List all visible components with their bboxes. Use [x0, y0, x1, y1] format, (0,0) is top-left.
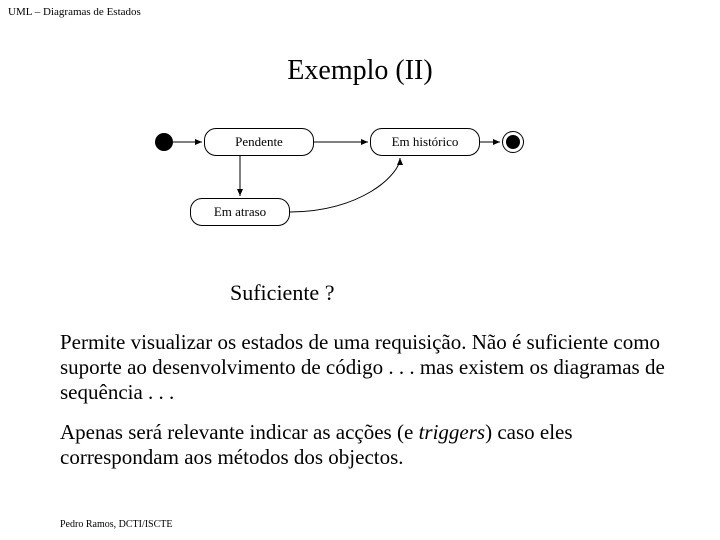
slide-title: Exemplo (II)	[0, 55, 720, 87]
slide-footer: Pedro Ramos, DCTI/ISCTE	[60, 519, 173, 530]
slide-header: UML – Diagramas de Estados	[8, 6, 141, 18]
paragraph-2-triggers: triggers	[419, 420, 486, 444]
paragraph-2: Apenas será relevante indicar as acções …	[60, 420, 670, 470]
state-diagram: Pendente Em histórico Em atraso	[0, 120, 720, 260]
paragraph-1: Permite visualizar os estados de uma req…	[60, 330, 670, 406]
question-text: Suficiente ?	[230, 280, 334, 306]
diagram-arrows	[0, 120, 720, 260]
paragraph-2-part-a: Apenas será relevante indicar as acções …	[60, 420, 419, 444]
